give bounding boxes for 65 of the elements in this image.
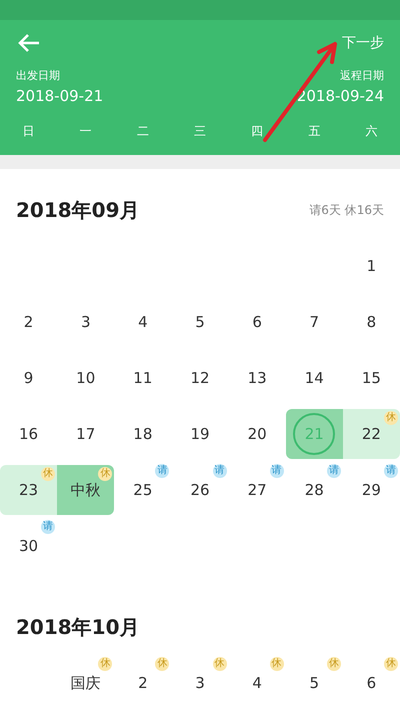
day-badge: 请 — [326, 464, 341, 478]
day-cell[interactable]: 请 29 — [342, 462, 400, 518]
day-badge: 请 — [270, 464, 284, 478]
day-cell[interactable]: 休 5 — [286, 655, 343, 711]
day-cell[interactable]: 10 — [57, 350, 114, 406]
day-cell[interactable]: 休 23 — [0, 465, 58, 515]
day-badge: 请 — [41, 520, 56, 534]
day-cell[interactable]: 2 — [0, 294, 58, 350]
day-cell[interactable]: 请 25 — [114, 462, 172, 518]
day-cell[interactable]: 5 — [171, 294, 229, 350]
weekday-label: 日 — [22, 123, 36, 140]
day-cell[interactable]: 19 — [171, 406, 229, 462]
weekday-label: 一 — [78, 123, 93, 140]
return-date: 2018-09-24 — [296, 87, 384, 105]
day-cell[interactable]: 9 — [0, 350, 58, 406]
day-cell[interactable]: 8 — [342, 294, 400, 350]
day-badge: 休 — [384, 657, 398, 671]
day-cell[interactable]: 休 4 — [228, 655, 286, 711]
day-cell[interactable]: 17 — [57, 406, 114, 462]
day-cell[interactable]: 请 26 — [171, 462, 229, 518]
day-badge: 休 — [41, 467, 56, 481]
day-cell[interactable]: 4 — [114, 294, 172, 350]
day-cell[interactable]: 休 2 — [114, 655, 172, 711]
day-cell[interactable]: 7 — [286, 294, 343, 350]
day-cell[interactable]: 6 — [228, 294, 286, 350]
day-cell[interactable]: 请 30 — [0, 518, 58, 574]
day-badge: 休 — [270, 657, 284, 671]
day-cell[interactable]: 3 — [57, 294, 114, 350]
weekday-label: 三 — [192, 123, 207, 140]
depart-label: 出发日期 — [16, 68, 61, 83]
day-cell[interactable]: 休 22 — [342, 409, 400, 459]
weekday-label: 六 — [364, 123, 378, 140]
day-badge: 休 — [155, 657, 170, 671]
day-cell[interactable]: 13 — [228, 350, 286, 406]
month-title: 2018年10月 — [16, 614, 140, 641]
return-label: 返程日期 — [340, 68, 384, 83]
day-cell[interactable]: 18 — [114, 406, 172, 462]
day-badge: 休 — [98, 657, 112, 671]
day-cell[interactable]: 16 — [0, 406, 58, 462]
day-badge: 休 — [212, 657, 227, 671]
day-badge: 休 — [326, 657, 341, 671]
day-cell[interactable]: 12 — [171, 350, 229, 406]
day-cell[interactable]: 请 27 — [228, 462, 286, 518]
day-cell[interactable]: 1 — [342, 238, 400, 294]
day-cell[interactable]: 休 3 — [171, 655, 229, 711]
day-cell[interactable]: 休 中秋 — [57, 465, 114, 515]
weekday-label: 五 — [307, 123, 322, 140]
day-cell[interactable]: 11 — [114, 350, 172, 406]
day-badge: 休 — [98, 467, 112, 481]
day-cell[interactable]: 15 — [342, 350, 400, 406]
day-badge: 休 — [384, 411, 398, 425]
day-cell[interactable]: 休 6 — [342, 655, 400, 711]
day-cell[interactable]: 休 国庆 — [57, 655, 114, 711]
day-cell[interactable]: 20 — [228, 406, 286, 462]
weekday-label: 四 — [250, 123, 264, 140]
day-badge: 请 — [212, 464, 227, 478]
weekday-label: 二 — [136, 123, 150, 140]
day-cell[interactable]: 请 28 — [286, 462, 343, 518]
day-badge: 请 — [384, 464, 398, 478]
month-title: 2018年09月 — [16, 197, 140, 224]
depart-date: 2018-09-21 — [16, 87, 104, 105]
back-arrow-icon[interactable] — [18, 34, 40, 52]
day-cell[interactable]: 14 — [286, 350, 343, 406]
month-summary: 请6天 休16天 — [309, 202, 384, 219]
day-badge: 请 — [155, 464, 170, 478]
